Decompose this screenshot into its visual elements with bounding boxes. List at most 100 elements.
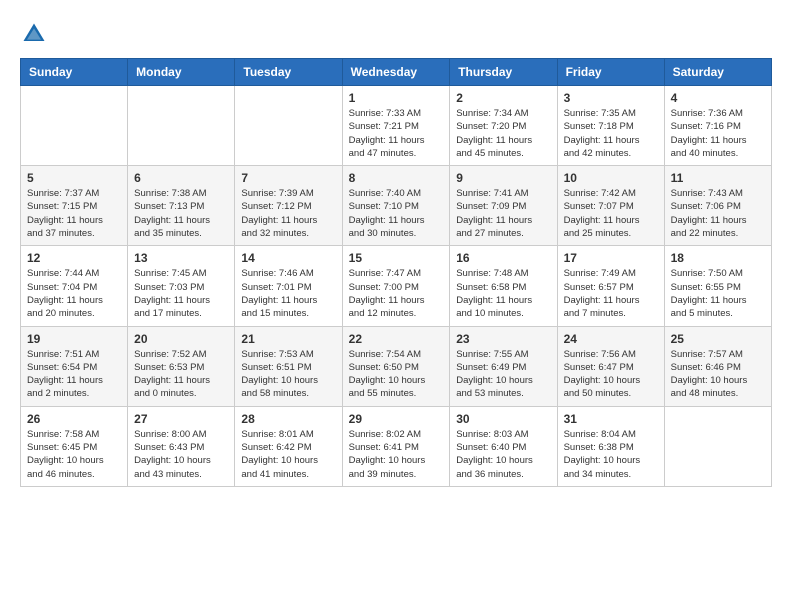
day-number: 3 <box>564 91 658 105</box>
day-number: 7 <box>241 171 335 185</box>
day-info: Sunrise: 7:33 AM Sunset: 7:21 PM Dayligh… <box>349 107 444 160</box>
day-info: Sunrise: 7:54 AM Sunset: 6:50 PM Dayligh… <box>349 348 444 401</box>
day-info: Sunrise: 7:37 AM Sunset: 7:15 PM Dayligh… <box>27 187 121 240</box>
day-number: 11 <box>671 171 765 185</box>
day-info: Sunrise: 8:00 AM Sunset: 6:43 PM Dayligh… <box>134 428 228 481</box>
day-of-week-header: Saturday <box>664 59 771 86</box>
calendar-cell: 13 Sunrise: 7:45 AM Sunset: 7:03 PM Dayli… <box>128 246 235 326</box>
day-number: 17 <box>564 251 658 265</box>
day-info: Sunrise: 7:53 AM Sunset: 6:51 PM Dayligh… <box>241 348 335 401</box>
day-number: 21 <box>241 332 335 346</box>
calendar-cell: 10Sunrise: 7:42 AM Sunset: 7:07 PM Dayli… <box>557 166 664 246</box>
calendar-cell: 2Sunrise: 7:34 AM Sunset: 7:20 PM Daylig… <box>450 86 557 166</box>
day-number: 19 <box>27 332 121 346</box>
day-info: Sunrise: 7:41 AM Sunset: 7:09 PM Dayligh… <box>456 187 550 240</box>
calendar-cell: 29 Sunrise: 8:02 AM Sunset: 6:41 PM Dayli… <box>342 406 450 486</box>
day-number: 6 <box>134 171 228 185</box>
calendar-cell: 7 Sunrise: 7:39 AM Sunset: 7:12 PM Daylig… <box>235 166 342 246</box>
day-of-week-header: Friday <box>557 59 664 86</box>
day-info: Sunrise: 8:02 AM Sunset: 6:41 PM Dayligh… <box>349 428 444 481</box>
day-info: Sunrise: 7:39 AM Sunset: 7:12 PM Dayligh… <box>241 187 335 240</box>
day-number: 28 <box>241 412 335 426</box>
calendar-cell: 18 Sunrise: 7:50 AM Sunset: 6:55 PM Dayli… <box>664 246 771 326</box>
day-info: Sunrise: 7:45 AM Sunset: 7:03 PM Dayligh… <box>134 267 228 320</box>
calendar-cell: 31 Sunrise: 8:04 AM Sunset: 6:38 PM Dayli… <box>557 406 664 486</box>
calendar-cell: 20 Sunrise: 7:52 AM Sunset: 6:53 PM Dayli… <box>128 326 235 406</box>
day-info: Sunrise: 7:57 AM Sunset: 6:46 PM Dayligh… <box>671 348 765 401</box>
day-info: Sunrise: 7:40 AM Sunset: 7:10 PM Dayligh… <box>349 187 444 240</box>
calendar-cell <box>664 406 771 486</box>
calendar-cell: 14 Sunrise: 7:46 AM Sunset: 7:01 PM Dayli… <box>235 246 342 326</box>
page-header <box>20 20 772 48</box>
day-info: Sunrise: 8:04 AM Sunset: 6:38 PM Dayligh… <box>564 428 658 481</box>
day-number: 20 <box>134 332 228 346</box>
day-number: 23 <box>456 332 550 346</box>
calendar-week-row: 1 Sunrise: 7:33 AM Sunset: 7:21 PM Daylig… <box>21 86 772 166</box>
day-info: Sunrise: 7:47 AM Sunset: 7:00 PM Dayligh… <box>349 267 444 320</box>
day-info: Sunrise: 7:43 AM Sunset: 7:06 PM Dayligh… <box>671 187 765 240</box>
calendar-cell: 23Sunrise: 7:55 AM Sunset: 6:49 PM Dayli… <box>450 326 557 406</box>
day-number: 10 <box>564 171 658 185</box>
day-number: 4 <box>671 91 765 105</box>
day-info: Sunrise: 7:36 AM Sunset: 7:16 PM Dayligh… <box>671 107 765 160</box>
day-info: Sunrise: 7:50 AM Sunset: 6:55 PM Dayligh… <box>671 267 765 320</box>
calendar-cell: 21 Sunrise: 7:53 AM Sunset: 6:51 PM Dayli… <box>235 326 342 406</box>
calendar-cell: 24Sunrise: 7:56 AM Sunset: 6:47 PM Dayli… <box>557 326 664 406</box>
day-number: 18 <box>671 251 765 265</box>
day-info: Sunrise: 7:52 AM Sunset: 6:53 PM Dayligh… <box>134 348 228 401</box>
calendar-cell: 5 Sunrise: 7:37 AM Sunset: 7:15 PM Daylig… <box>21 166 128 246</box>
calendar-cell: 3 Sunrise: 7:35 AM Sunset: 7:18 PM Daylig… <box>557 86 664 166</box>
day-info: Sunrise: 7:38 AM Sunset: 7:13 PM Dayligh… <box>134 187 228 240</box>
day-of-week-header: Thursday <box>450 59 557 86</box>
calendar-cell: 30 Sunrise: 8:03 AM Sunset: 6:40 PM Dayli… <box>450 406 557 486</box>
calendar-cell: 28 Sunrise: 8:01 AM Sunset: 6:42 PM Dayli… <box>235 406 342 486</box>
calendar-cell <box>21 86 128 166</box>
day-info: Sunrise: 7:46 AM Sunset: 7:01 PM Dayligh… <box>241 267 335 320</box>
calendar-cell: 22Sunrise: 7:54 AM Sunset: 6:50 PM Dayli… <box>342 326 450 406</box>
logo-icon <box>20 20 48 48</box>
calendar-week-row: 12 Sunrise: 7:44 AM Sunset: 7:04 PM Dayli… <box>21 246 772 326</box>
day-number: 14 <box>241 251 335 265</box>
logo <box>20 20 52 48</box>
day-number: 12 <box>27 251 121 265</box>
day-info: Sunrise: 7:56 AM Sunset: 6:47 PM Dayligh… <box>564 348 658 401</box>
calendar-cell: 9 Sunrise: 7:41 AM Sunset: 7:09 PM Daylig… <box>450 166 557 246</box>
day-number: 8 <box>349 171 444 185</box>
day-number: 15 <box>349 251 444 265</box>
day-info: Sunrise: 7:44 AM Sunset: 7:04 PM Dayligh… <box>27 267 121 320</box>
day-info: Sunrise: 8:03 AM Sunset: 6:40 PM Dayligh… <box>456 428 550 481</box>
day-info: Sunrise: 7:35 AM Sunset: 7:18 PM Dayligh… <box>564 107 658 160</box>
calendar-cell: 15 Sunrise: 7:47 AM Sunset: 7:00 PM Dayli… <box>342 246 450 326</box>
day-number: 13 <box>134 251 228 265</box>
calendar-cell <box>128 86 235 166</box>
calendar-cell: 8 Sunrise: 7:40 AM Sunset: 7:10 PM Daylig… <box>342 166 450 246</box>
calendar-cell: 26 Sunrise: 7:58 AM Sunset: 6:45 PM Dayli… <box>21 406 128 486</box>
calendar-cell: 11 Sunrise: 7:43 AM Sunset: 7:06 PM Dayli… <box>664 166 771 246</box>
calendar-cell: 4 Sunrise: 7:36 AM Sunset: 7:16 PM Daylig… <box>664 86 771 166</box>
calendar-cell: 16Sunrise: 7:48 AM Sunset: 6:58 PM Dayli… <box>450 246 557 326</box>
day-info: Sunrise: 8:01 AM Sunset: 6:42 PM Dayligh… <box>241 428 335 481</box>
day-number: 9 <box>456 171 550 185</box>
day-number: 31 <box>564 412 658 426</box>
calendar-cell <box>235 86 342 166</box>
calendar-cell: 27Sunrise: 8:00 AM Sunset: 6:43 PM Dayli… <box>128 406 235 486</box>
calendar-table: SundayMondayTuesdayWednesdayThursdayFrid… <box>20 58 772 487</box>
calendar-cell: 19Sunrise: 7:51 AM Sunset: 6:54 PM Dayli… <box>21 326 128 406</box>
calendar-cell: 12 Sunrise: 7:44 AM Sunset: 7:04 PM Dayli… <box>21 246 128 326</box>
day-number: 1 <box>349 91 444 105</box>
day-info: Sunrise: 7:58 AM Sunset: 6:45 PM Dayligh… <box>27 428 121 481</box>
day-number: 29 <box>349 412 444 426</box>
calendar-week-row: 19Sunrise: 7:51 AM Sunset: 6:54 PM Dayli… <box>21 326 772 406</box>
day-of-week-header: Monday <box>128 59 235 86</box>
calendar-cell: 1 Sunrise: 7:33 AM Sunset: 7:21 PM Daylig… <box>342 86 450 166</box>
calendar-week-row: 5 Sunrise: 7:37 AM Sunset: 7:15 PM Daylig… <box>21 166 772 246</box>
day-of-week-header: Tuesday <box>235 59 342 86</box>
day-info: Sunrise: 7:34 AM Sunset: 7:20 PM Dayligh… <box>456 107 550 160</box>
day-number: 26 <box>27 412 121 426</box>
day-number: 16 <box>456 251 550 265</box>
day-of-week-header: Sunday <box>21 59 128 86</box>
calendar-cell: 17Sunrise: 7:49 AM Sunset: 6:57 PM Dayli… <box>557 246 664 326</box>
day-number: 5 <box>27 171 121 185</box>
calendar-cell: 25Sunrise: 7:57 AM Sunset: 6:46 PM Dayli… <box>664 326 771 406</box>
day-number: 30 <box>456 412 550 426</box>
